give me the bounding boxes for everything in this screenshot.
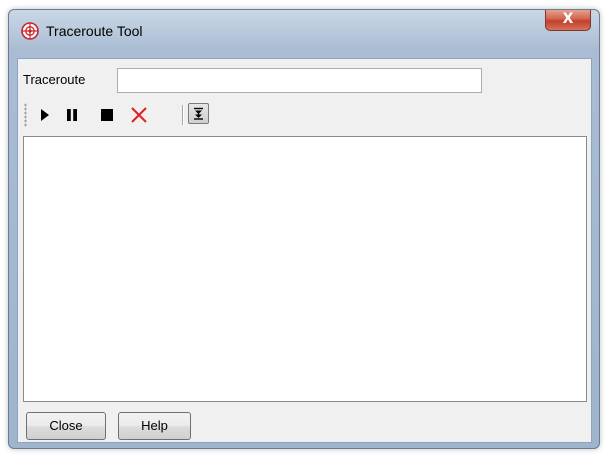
stop-icon <box>101 109 113 121</box>
traceroute-label: Traceroute <box>23 72 86 87</box>
traceroute-window: Traceroute Tool X Traceroute Close Help <box>8 9 600 449</box>
scroll-lock-icon <box>194 107 203 120</box>
help-button[interactable]: Help <box>118 412 191 440</box>
clear-icon <box>131 107 147 123</box>
title-bar[interactable]: Traceroute Tool X <box>9 10 599 50</box>
traceroute-input[interactable] <box>117 68 482 93</box>
pause-button[interactable] <box>61 104 83 126</box>
output-area[interactable] <box>23 136 587 402</box>
toolbar-grip[interactable] <box>24 103 27 127</box>
pause-icon <box>67 109 77 121</box>
client-area: Traceroute Close Help <box>17 58 592 443</box>
traceroute-row: Traceroute <box>18 67 591 93</box>
play-button[interactable] <box>34 104 56 126</box>
toolbar-separator <box>182 105 183 125</box>
close-button[interactable]: Close <box>26 412 106 440</box>
play-icon <box>41 109 49 121</box>
window-close-button[interactable]: X <box>545 10 591 31</box>
clear-button[interactable] <box>128 104 150 126</box>
stop-button[interactable] <box>96 104 118 126</box>
button-bar: Close Help <box>18 411 591 441</box>
globe-icon <box>21 22 39 40</box>
window-title: Traceroute Tool <box>46 23 143 39</box>
auto-scroll-button[interactable] <box>188 103 209 124</box>
toolbar <box>22 98 587 130</box>
